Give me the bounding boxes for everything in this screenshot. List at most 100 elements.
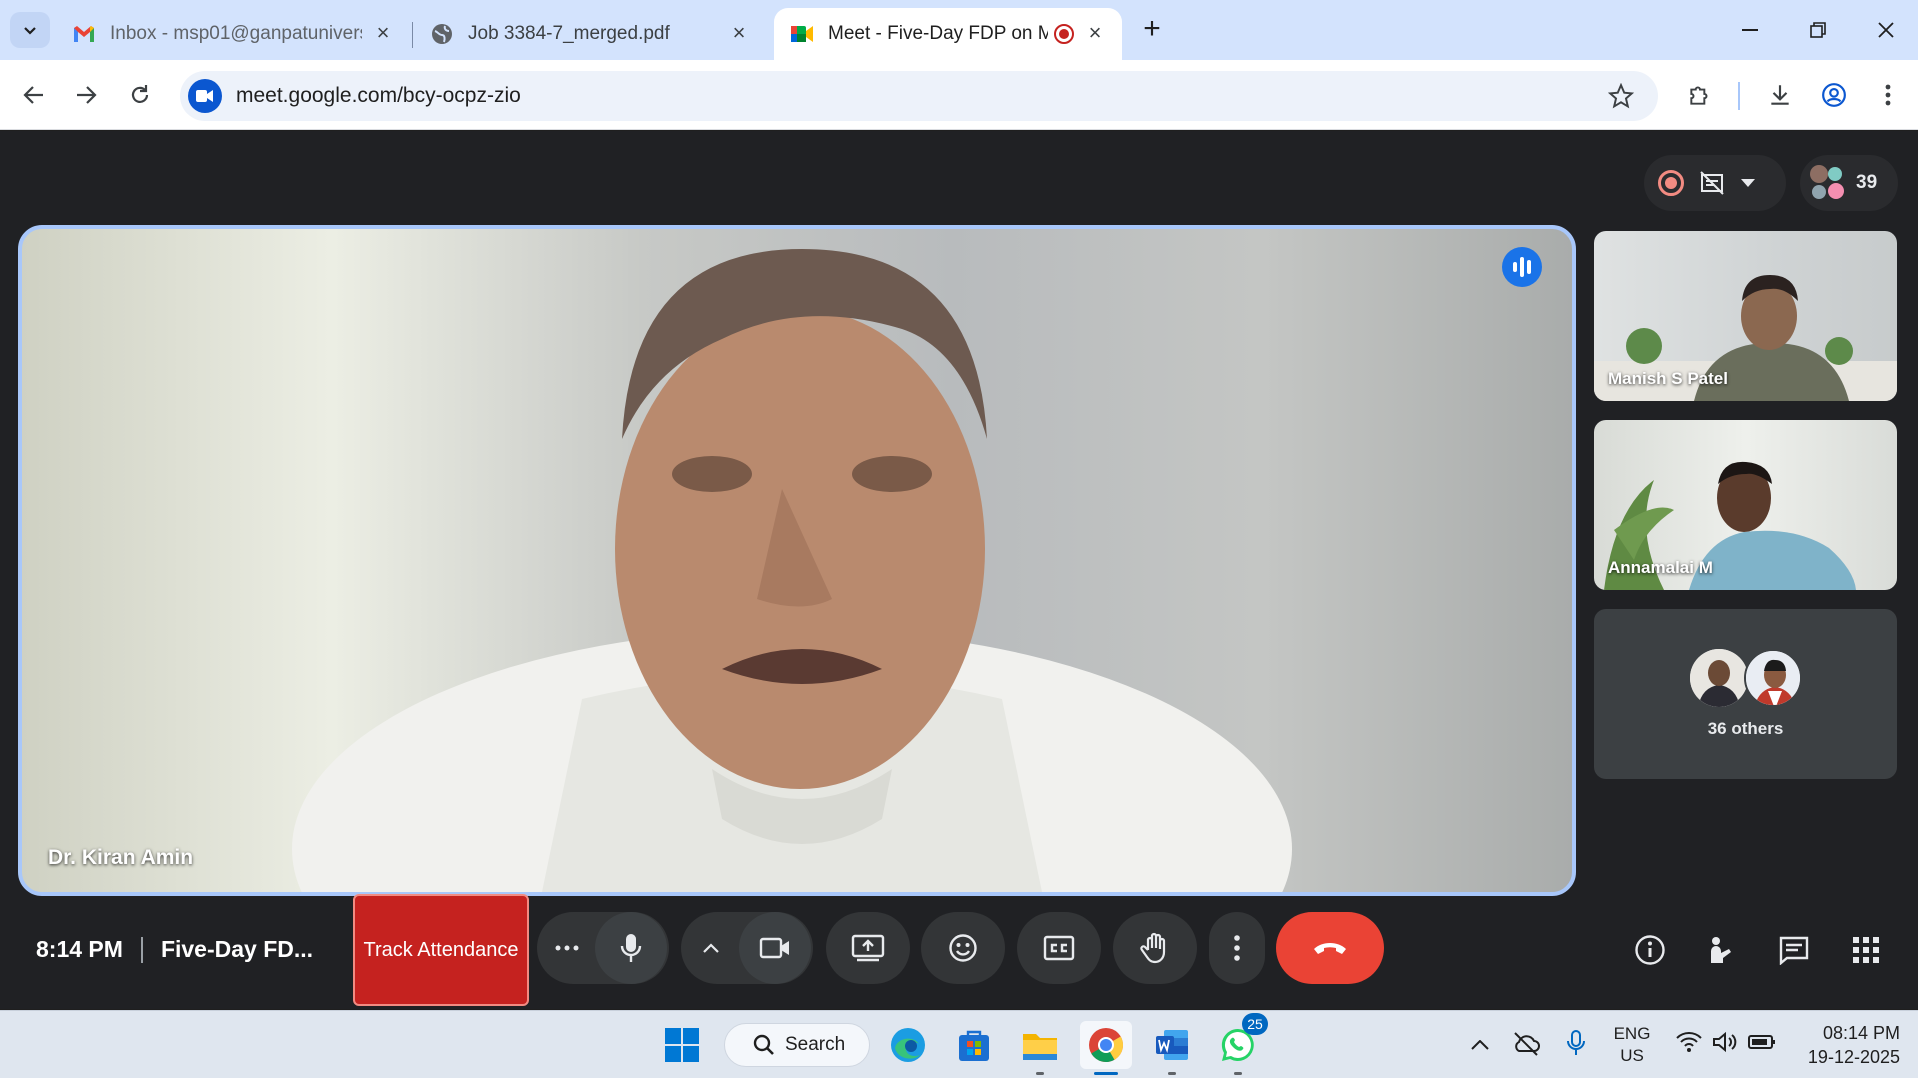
activities-button[interactable] [1844,928,1888,972]
forward-button[interactable] [68,77,104,113]
gmail-icon [72,22,96,46]
file-explorer-taskbar-icon[interactable] [1014,1021,1066,1075]
globe-icon [430,22,454,46]
participants-pill[interactable]: 39 [1800,155,1898,211]
chrome-taskbar-icon[interactable] [1080,1021,1132,1075]
microphone-tray-icon[interactable] [1566,1029,1586,1062]
close-window-button[interactable] [1866,16,1906,44]
tab-meet[interactable]: Meet - Five-Day FDP on Mic × [774,8,1122,60]
store-taskbar-icon[interactable] [948,1021,1000,1069]
whatsapp-taskbar-icon[interactable]: 25 [1212,1013,1268,1075]
profile-button[interactable] [1816,77,1852,113]
more-vert-icon [1234,935,1240,961]
present-button[interactable] [826,912,910,984]
running-indicator [1168,1072,1176,1075]
participant-tile[interactable]: Annamalai M [1594,420,1897,590]
tab-title: Meet - Five-Day FDP on Mic [828,23,1048,44]
main-speaker-tile[interactable]: Dr. Kiran Amin [18,225,1576,896]
others-count: 36 others [1707,719,1784,738]
meeting-title: Five-Day FD... [160,936,314,962]
close-icon[interactable]: × [1084,22,1106,45]
battery-icon [1748,1035,1775,1049]
store-icon [959,1030,989,1061]
participant-name: Manish S Patel [1608,369,1728,388]
active-indicator [1094,1072,1118,1075]
chat-icon [1779,936,1809,965]
more-vert-icon [1885,84,1891,106]
speaker-name: Dr. Kiran Amin [48,846,194,869]
start-button[interactable] [656,1021,708,1069]
tab-gmail[interactable]: Inbox - msp01@ganpatuniversi × [56,8,410,60]
reload-button[interactable] [122,77,158,113]
recording-status-pill[interactable] [1644,155,1786,211]
word-taskbar-icon[interactable] [1146,1021,1198,1075]
show-hidden-icons-button[interactable] [1466,1033,1494,1057]
account-icon [1822,83,1846,107]
camera-button[interactable] [739,912,811,984]
meeting-time: 8:14 PM [36,936,123,962]
back-button[interactable] [16,77,52,113]
close-icon [1878,22,1894,38]
new-tab-button[interactable]: + [1136,14,1168,46]
close-icon[interactable]: × [372,22,394,45]
call-end-icon [1314,943,1346,954]
recording-icon [1054,24,1074,44]
onedrive-tray-icon[interactable] [1512,1031,1540,1062]
track-attendance-label: Track Attendance [363,938,519,961]
close-icon[interactable]: × [728,22,750,45]
tab-title: Job 3384-7_merged.pdf [468,23,670,44]
tab-title: Inbox - msp01@ganpatuniversi [110,23,362,44]
volume-icon [1713,1031,1737,1053]
downloads-button[interactable] [1762,77,1798,113]
chrome-icon [1089,1028,1123,1062]
track-attendance-button[interactable]: Track Attendance [353,894,529,1006]
apps-grid-icon [1853,937,1879,963]
reactions-button[interactable] [921,912,1005,984]
recording-icon [1658,170,1684,196]
others-tile[interactable]: 36 others [1594,609,1897,779]
hand-icon [1140,932,1166,964]
extensions-button[interactable] [1682,77,1718,113]
audio-options-button[interactable] [539,912,595,984]
quick-settings-button[interactable] [1676,1031,1776,1053]
system-clock[interactable]: 08:14 PM 19-12-2025 [1790,1021,1900,1069]
chrome-menu-button[interactable] [1870,77,1906,113]
notification-badge: 25 [1242,1013,1268,1035]
more-options-button[interactable] [1209,912,1265,984]
meet-icon [790,22,814,46]
search-label: Search [785,1034,846,1055]
bookmark-star-icon[interactable] [1607,82,1635,114]
wifi-icon [1676,1032,1702,1052]
camera-group [681,912,813,984]
present-screen-icon [851,934,885,962]
chat-button[interactable] [1772,928,1816,972]
microphone-button[interactable] [595,912,667,984]
taskbar-search-box[interactable]: Search [724,1023,870,1067]
avatar [1690,649,1748,707]
edge-icon [891,1028,925,1062]
microphone-icon [620,934,642,962]
minimize-button[interactable] [1730,16,1770,44]
participant-tile[interactable]: Manish S Patel [1594,231,1897,401]
language-indicator[interactable]: ENG US [1612,1023,1652,1067]
minimize-icon [1742,29,1758,31]
avatar [1744,649,1802,707]
chevron-up-icon [703,943,719,953]
meeting-details-button[interactable] [1628,928,1672,972]
leave-call-button[interactable] [1276,912,1384,984]
language-code: ENG [1613,1024,1651,1043]
tab-search-button[interactable] [10,12,50,48]
search-icon [753,1034,774,1055]
restore-button[interactable] [1798,16,1838,44]
host-controls-button[interactable] [1700,928,1744,972]
site-info-icon[interactable] [188,79,222,113]
meet-stage: 39 Dr. Kiran Amin Manish S Patel Annamal… [0,131,1918,1009]
captions-button[interactable] [1017,912,1101,984]
edge-taskbar-icon[interactable] [882,1021,934,1069]
address-bar[interactable]: meet.google.com/bcy-ocpz-zio [180,71,1658,121]
raise-hand-button[interactable] [1113,912,1197,984]
video-options-button[interactable] [683,912,739,984]
tab-pdf[interactable]: Job 3384-7_merged.pdf × [414,8,766,60]
chevron-down-icon [24,27,36,35]
folder-icon [1023,1034,1057,1060]
